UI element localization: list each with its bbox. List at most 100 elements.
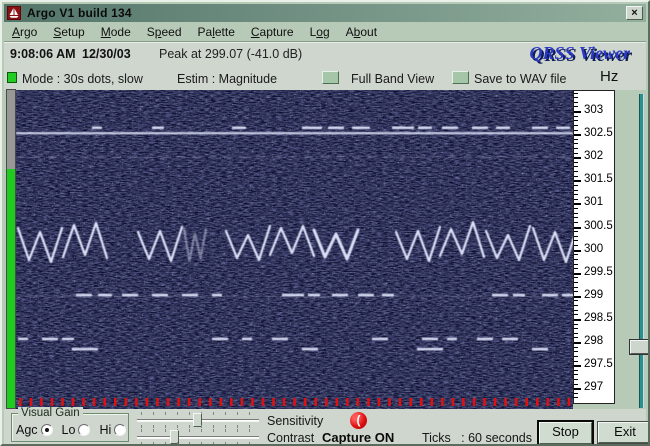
full-band-view-label: Full Band View xyxy=(351,72,435,86)
scale-tick xyxy=(574,231,578,233)
menu-item-mode[interactable]: Mode xyxy=(93,23,139,41)
scale-tick xyxy=(574,212,578,214)
scale-tick xyxy=(574,360,578,362)
menu-item-capture[interactable]: Capture xyxy=(243,23,302,41)
scale-label-300.5: 300.5 xyxy=(584,219,613,232)
scale-tick xyxy=(574,217,578,219)
radio-agc-selected[interactable] xyxy=(40,424,53,436)
mode-readout: Mode : 30s dots, slow xyxy=(22,72,143,86)
close-icon[interactable]: × xyxy=(626,6,643,20)
scale-label-297.5: 297.5 xyxy=(584,358,613,371)
scale-tick xyxy=(574,263,578,265)
visual-gain-group: Visual Gain Agc Lo Hi xyxy=(11,407,129,442)
scale-tick xyxy=(574,198,578,200)
menu-item-about[interactable]: About xyxy=(338,23,385,41)
estim-readout: Estim : Magnitude xyxy=(177,72,278,86)
scale-tick xyxy=(574,300,578,302)
status-bar: 9:08:06 AM 12/30/03 Peak at 299.07 (-41.… xyxy=(4,43,646,65)
scale-tick xyxy=(574,226,581,229)
full-band-view-button[interactable] xyxy=(322,71,339,84)
scale-label-299.5: 299.5 xyxy=(584,265,613,278)
stop-button[interactable]: Stop xyxy=(537,420,594,444)
scale-tick xyxy=(574,184,578,186)
scale-label-303: 303 xyxy=(584,104,604,116)
scale-tick xyxy=(574,295,581,298)
scale-tick xyxy=(574,342,581,344)
spectrogram-waterfall[interactable] xyxy=(16,90,579,409)
ticks-interval-label: Ticks : 60 seconds xyxy=(422,431,532,445)
menu-item-setup[interactable]: Setup xyxy=(45,23,92,41)
scale-tick xyxy=(574,314,578,316)
scale-tick xyxy=(574,383,578,385)
frequency-slider-thumb[interactable] xyxy=(629,339,648,355)
peak-readout: Peak at 299.07 (-41.0 dB) xyxy=(159,47,303,61)
mode-bar: Mode : 30s dots, slow Estim : Magnitude … xyxy=(4,65,646,90)
scale-tick xyxy=(574,365,581,368)
scale-tick xyxy=(574,374,578,376)
scale-tick xyxy=(574,281,578,283)
scale-tick xyxy=(574,92,578,94)
scale-tick xyxy=(574,337,578,339)
scale-tick xyxy=(574,272,581,275)
scale-tick xyxy=(574,309,578,311)
scale-tick xyxy=(574,157,581,160)
menu-item-speed[interactable]: Speed xyxy=(139,23,190,41)
scale-tick xyxy=(574,221,578,223)
frequency-slider-track[interactable] xyxy=(639,94,644,408)
control-bar: Visual Gain Agc Lo Hi Sensitivity Contrast… xyxy=(4,407,648,445)
menu-item-log[interactable]: Log xyxy=(302,23,338,41)
sensitivity-slider[interactable] xyxy=(134,412,262,428)
signal-level-fill xyxy=(7,169,15,408)
radio-lo[interactable] xyxy=(78,424,91,436)
scale-tick xyxy=(574,254,578,256)
clock-time: 9:08:06 AM xyxy=(10,47,76,61)
scale-tick xyxy=(574,115,578,117)
frequency-scale: 303.5 303 302.5 302 301.5 301 300.5 300 299.5 299… xyxy=(573,90,615,404)
scale-tick xyxy=(574,286,578,288)
activity-indicator xyxy=(7,72,17,83)
scale-tick xyxy=(574,351,578,353)
radio-option-lo[interactable]: Lo xyxy=(62,423,91,437)
scale-tick xyxy=(574,180,581,183)
scale-label-300: 300 xyxy=(584,242,604,255)
sensitivity-label: Sensitivity xyxy=(267,414,324,428)
exit-button[interactable]: Exit xyxy=(597,421,648,444)
save-wav-button[interactable] xyxy=(452,71,469,84)
scale-tick xyxy=(574,355,578,357)
argo-window: Argo V1 build 134 × Argo Setup Mode Speed Pa… xyxy=(0,0,650,446)
scale-tick xyxy=(574,369,578,371)
signal-level-gauge xyxy=(6,89,16,409)
scale-label-298: 298 xyxy=(584,335,604,347)
scale-label-298.5: 298.5 xyxy=(584,311,613,324)
menu-item-palette[interactable]: Palette xyxy=(190,23,243,41)
scale-label-303.5: 303.5 xyxy=(584,91,613,93)
clock-date: 12/30/03 xyxy=(82,47,131,61)
menu-item-argo[interactable]: Argo xyxy=(4,23,45,41)
scale-tick xyxy=(574,346,578,348)
scale-tick xyxy=(574,101,578,103)
scale-tick xyxy=(574,97,578,99)
save-wav-label: Save to WAV file xyxy=(474,72,567,86)
scale-tick xyxy=(574,392,578,394)
scale-tick xyxy=(574,134,581,137)
scale-tick xyxy=(574,240,578,242)
scale-tick xyxy=(574,138,578,140)
contrast-slider[interactable] xyxy=(134,429,262,444)
scale-tick xyxy=(574,171,578,173)
qrss-viewer-logo: QRSS Viewer xyxy=(529,43,630,63)
scale-tick xyxy=(574,388,581,391)
scale-label-301.5: 301.5 xyxy=(584,173,613,186)
scale-label-302.5: 302.5 xyxy=(584,127,613,140)
scale-tick xyxy=(574,143,578,145)
radio-option-agc[interactable]: Agc xyxy=(16,423,53,437)
scale-tick xyxy=(574,161,578,163)
scale-tick xyxy=(574,305,578,306)
contrast-label: Contrast xyxy=(267,431,315,445)
scale-tick xyxy=(574,120,578,122)
radio-hi[interactable] xyxy=(114,424,127,436)
scale-tick xyxy=(574,111,581,113)
scale-tick xyxy=(574,332,578,334)
scale-tick xyxy=(574,277,578,279)
scale-tick xyxy=(574,148,578,149)
radio-option-hi[interactable]: Hi xyxy=(99,423,127,437)
